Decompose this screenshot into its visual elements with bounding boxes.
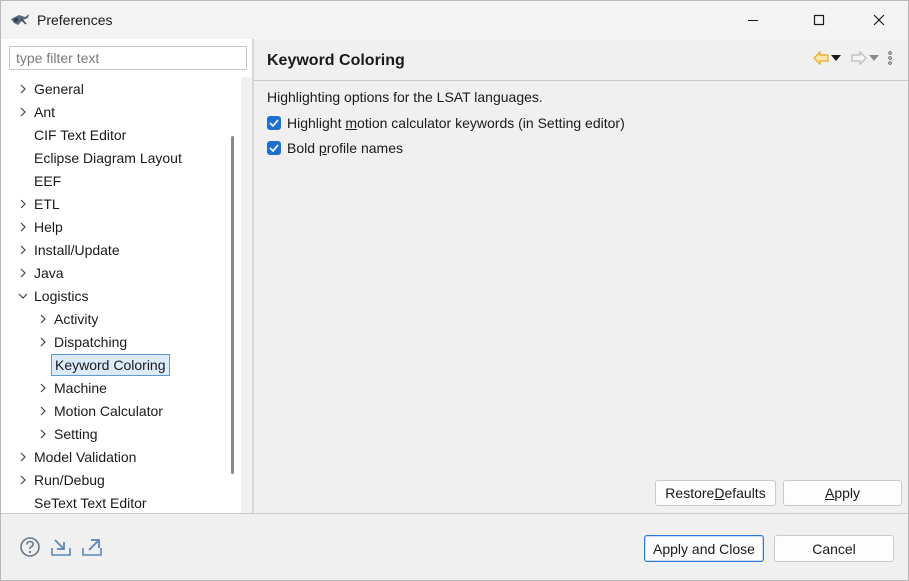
tree-item[interactable]: Ant	[1, 101, 241, 123]
tree-item[interactable]: Motion Calculator	[1, 400, 241, 422]
chevron-right-icon[interactable]	[38, 406, 48, 416]
tree-item-label: ETL	[34, 196, 60, 212]
chevron-right-icon[interactable]	[18, 475, 28, 485]
tree-item-label: Eclipse Diagram Layout	[34, 150, 182, 166]
back-arrow-icon	[813, 51, 829, 65]
tree-item[interactable]: Install/Update	[1, 239, 241, 261]
preference-page: Keyword Coloring Highlighting options fo…	[254, 39, 908, 513]
preference-tree: General Ant CIF Text Editor Eclipse Diagram…	[1, 77, 241, 513]
tree-item[interactable]: General	[1, 78, 241, 100]
chevron-right-icon[interactable]	[38, 337, 48, 347]
maximize-icon	[813, 14, 825, 26]
tree-item-label: Setting	[54, 426, 98, 442]
page-title: Keyword Coloring	[267, 52, 405, 69]
chevron-right-icon[interactable]	[18, 84, 28, 94]
apply-button[interactable]: Apply	[783, 480, 902, 506]
chevron-right-icon[interactable]	[18, 452, 28, 462]
checkmark-icon	[269, 119, 279, 127]
tree-item-label: Help	[34, 219, 63, 235]
dialog-footer: Apply and Close Cancel	[1, 514, 908, 580]
chevron-right-icon[interactable]	[18, 268, 28, 278]
import-icon[interactable]	[50, 536, 72, 558]
forward-button[interactable]	[850, 49, 868, 67]
chevron-right-icon[interactable]	[18, 199, 28, 209]
tree-item-label: Logistics	[34, 288, 89, 304]
tree-item[interactable]: Help	[1, 216, 241, 238]
bold-profile-names-label: Bold profile names	[287, 140, 403, 156]
tree-item-label: General	[34, 81, 84, 97]
maximize-button[interactable]	[796, 1, 842, 39]
tree-item[interactable]: Activity	[1, 308, 241, 330]
export-icon[interactable]	[81, 536, 103, 558]
tree-item-label: SeText Text Editor	[34, 495, 147, 511]
window-title: Preferences	[37, 12, 113, 28]
eclipse-app-icon	[11, 14, 29, 25]
bold-profile-names-option[interactable]: Bold profile names	[267, 139, 403, 157]
tree-item-label: Java	[34, 265, 64, 281]
help-icon[interactable]	[19, 536, 41, 558]
tree-item-label: Dispatching	[54, 334, 128, 350]
tree-item-label: Install/Update	[34, 242, 120, 258]
cancel-button[interactable]: Cancel	[774, 535, 894, 562]
tree-item-label: Run/Debug	[34, 472, 105, 488]
chevron-right-icon[interactable]	[38, 314, 48, 324]
title-bar: Preferences	[1, 1, 908, 39]
highlight-motion-keywords-option[interactable]: Highlight motion calculator keywords (in…	[267, 114, 625, 132]
chevron-right-icon[interactable]	[18, 107, 28, 117]
highlight-motion-keywords-checkbox[interactable]	[267, 116, 281, 130]
tree-item[interactable]: CIF Text Editor	[1, 124, 241, 146]
minimize-button[interactable]	[730, 1, 776, 39]
tree-item[interactable]: Logistics	[1, 285, 241, 307]
forward-arrow-icon	[851, 51, 867, 65]
filter-input[interactable]	[9, 46, 247, 70]
chevron-right-icon[interactable]	[18, 222, 28, 232]
tree-item[interactable]: Eclipse Diagram Layout	[1, 147, 241, 169]
close-icon	[873, 14, 885, 26]
restore-defaults-button[interactable]: Restore Defaults	[655, 480, 776, 506]
page-description: Highlighting options for the LSAT langua…	[267, 89, 543, 105]
checkmark-icon	[269, 144, 279, 152]
tree-item[interactable]: Keyword Coloring	[1, 354, 241, 376]
forward-history-dropdown[interactable]	[868, 49, 880, 67]
chevron-right-icon[interactable]	[38, 429, 48, 439]
chevron-right-icon[interactable]	[18, 245, 28, 255]
tree-item-label: Model Validation	[34, 449, 137, 465]
tree-item[interactable]: Model Validation	[1, 446, 241, 468]
chevron-down-icon[interactable]	[18, 291, 28, 301]
tree-item-label: Machine	[54, 380, 107, 396]
chevron-down-icon	[869, 55, 879, 61]
view-menu-icon	[888, 51, 892, 65]
minimize-icon	[748, 20, 758, 21]
view-menu-button[interactable]	[886, 49, 894, 67]
tree-scrollbar-thumb[interactable]	[231, 136, 234, 474]
tree-item[interactable]: EEF	[1, 170, 241, 192]
preference-tree-pane: General Ant CIF Text Editor Eclipse Diagram…	[1, 39, 252, 513]
preferences-window: Preferences General Ant CIF Text Editor Ecl…	[0, 0, 909, 581]
tree-item-label: Activity	[54, 311, 99, 327]
highlight-motion-keywords-label: Highlight motion calculator keywords (in…	[287, 115, 625, 131]
chevron-down-icon	[831, 55, 841, 61]
close-button[interactable]	[856, 1, 902, 39]
tree-item[interactable]: ETL	[1, 193, 241, 215]
tree-item[interactable]: Dispatching	[1, 331, 241, 353]
apply-and-close-button[interactable]: Apply and Close	[644, 535, 764, 562]
tree-item-label: Motion Calculator	[54, 403, 163, 419]
bold-profile-names-checkbox[interactable]	[267, 141, 281, 155]
tree-item[interactable]: Machine	[1, 377, 241, 399]
chevron-right-icon[interactable]	[38, 383, 48, 393]
header-separator	[254, 80, 908, 81]
back-history-dropdown[interactable]	[830, 49, 842, 67]
tree-item[interactable]: Setting	[1, 423, 241, 445]
tree-item[interactable]: SeText Text Editor	[1, 492, 241, 513]
back-button[interactable]	[812, 49, 830, 67]
tree-item-label: Keyword Coloring	[51, 354, 170, 376]
tree-item[interactable]: Run/Debug	[1, 469, 241, 491]
tree-item[interactable]: Java	[1, 262, 241, 284]
page-navigation	[812, 49, 894, 67]
tree-item-label: EEF	[34, 173, 62, 189]
tree-item-label: Ant	[34, 104, 56, 120]
tree-scrollbar-track[interactable]	[241, 77, 252, 513]
tree-item-label: CIF Text Editor	[34, 127, 127, 143]
